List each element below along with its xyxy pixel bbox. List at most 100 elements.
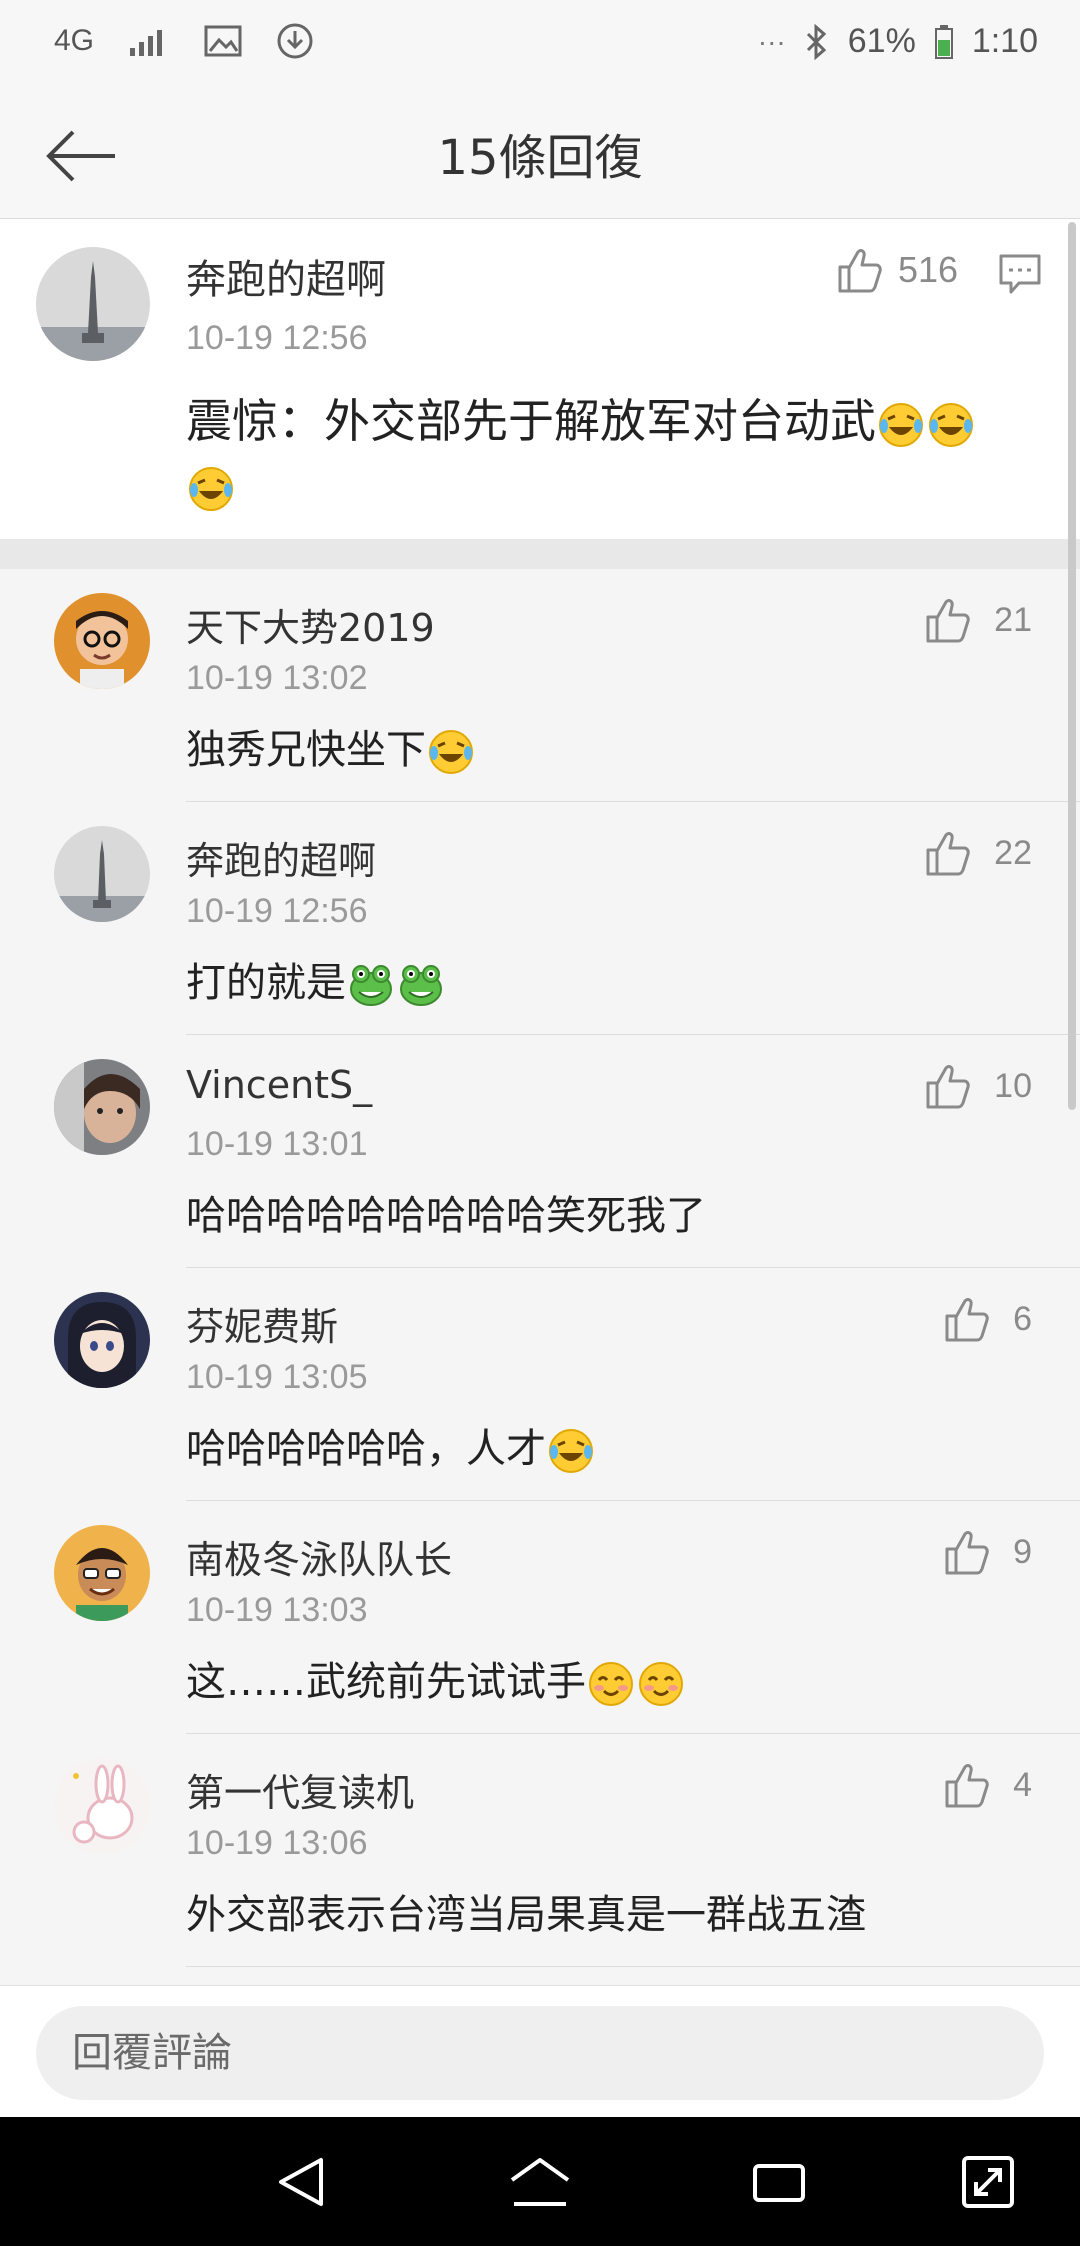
expand-icon (962, 2156, 1014, 2208)
like-count: 9 (1013, 1532, 1032, 1571)
page-title: 15條回復 (437, 130, 643, 186)
frog-emoji-icon (350, 965, 392, 1006)
avatar[interactable] (36, 247, 150, 361)
like-button[interactable]: 10 (924, 1063, 1032, 1109)
like-count: 4 (1013, 1765, 1032, 1804)
avatar[interactable] (54, 593, 150, 689)
battery-percent: 61% (847, 22, 916, 60)
post-text-content: 震惊：外交部先于解放军对台动武 (186, 394, 876, 448)
image-icon (204, 25, 242, 57)
author-name[interactable]: 奔跑的超啊 (186, 830, 376, 885)
like-count: 10 (994, 1066, 1032, 1105)
bluetooth-icon (804, 23, 830, 60)
like-button[interactable]: 516 (836, 247, 958, 293)
reply-time: 10-19 13:02 (186, 659, 368, 697)
laugh-cry-emoji-icon (429, 730, 473, 774)
reply-text: 打的就是 (186, 950, 446, 1008)
nav-expand-button[interactable] (953, 2147, 1023, 2217)
avatar[interactable] (54, 1525, 150, 1621)
reply-text-content: 哈哈哈哈哈哈哈哈哈笑死我了 (186, 1193, 706, 1239)
reply-text-content: 独秀兄快坐下 (186, 727, 426, 773)
reply-text-content: 外交部表示台湾当局果真是一群战五渣 (186, 1892, 866, 1938)
like-button[interactable]: 9 (943, 1529, 1032, 1575)
thumbs-up-icon (926, 1065, 970, 1109)
reply-time: 10-19 12:56 (186, 892, 368, 930)
nav-recents-button[interactable] (744, 2147, 814, 2217)
laugh-cry-emoji-icon (189, 466, 233, 511)
more-notifications-icon: ··· (757, 25, 786, 57)
thumbs-up-icon (945, 1764, 989, 1808)
thumbs-up-icon (926, 599, 970, 643)
reply-text-content: 打的就是 (186, 960, 346, 1006)
like-button[interactable]: 6 (943, 1296, 1032, 1342)
comment-icon (999, 254, 1041, 294)
thumbs-up-icon (926, 832, 970, 876)
scrollbar[interactable] (1068, 222, 1076, 1110)
reply-list: 天下大势2019 10-19 13:02 独秀兄快坐下 21 奔跑的超啊 10-… (0, 569, 1080, 1967)
author-name[interactable]: 第一代复读机 (186, 1762, 414, 1817)
reply-time: 10-19 13:03 (186, 1591, 368, 1629)
original-post: 奔跑的超啊 10-19 12:56 516 震惊：外交部先于解放军对台动武 (0, 219, 1080, 539)
row-divider (186, 1966, 1080, 1967)
reply-item[interactable]: 天下大势2019 10-19 13:02 独秀兄快坐下 21 (0, 569, 1080, 802)
like-count: 22 (994, 833, 1032, 872)
post-time: 10-19 12:56 (186, 319, 368, 357)
comment-list[interactable]: 奔跑的超啊 10-19 12:56 516 震惊：外交部先于解放军对台动武 天下… (0, 219, 1080, 1985)
reply-time: 10-19 13:06 (186, 1824, 368, 1862)
thumbs-up-icon (945, 1298, 989, 1342)
avatar[interactable] (54, 1292, 150, 1388)
nav-recents-icon (753, 2164, 805, 2202)
author-name[interactable]: 南极冬泳队队长 (186, 1529, 452, 1584)
thumbs-up-icon (838, 249, 882, 293)
avatar[interactable] (54, 826, 150, 922)
system-nav-bar (0, 2117, 1080, 2246)
reply-item[interactable]: 南极冬泳队队长 10-19 13:03 这……武统前先试试手 9 (0, 1501, 1080, 1734)
reply-item[interactable]: 奔跑的超啊 10-19 12:56 打的就是 22 (0, 802, 1080, 1035)
thumbs-up-icon (945, 1531, 989, 1575)
reply-bar (0, 1985, 1080, 2118)
like-button[interactable]: 22 (924, 830, 1032, 876)
blush-emoji-icon (639, 1662, 683, 1706)
author-name[interactable]: 天下大势2019 (186, 597, 435, 652)
avatar[interactable] (54, 1758, 150, 1854)
nav-home-button[interactable] (505, 2147, 575, 2217)
reply-text-content: 哈哈哈哈哈哈，人才 (186, 1426, 546, 1472)
laugh-cry-emoji-icon (929, 402, 973, 447)
like-count: 21 (994, 600, 1032, 639)
reply-text-content: 这……武统前先试试手 (186, 1659, 586, 1705)
laugh-cry-emoji-icon (549, 1429, 593, 1473)
reply-item[interactable]: 芬妮费斯 10-19 13:05 哈哈哈哈哈哈，人才 6 (0, 1268, 1080, 1501)
signal-icon (128, 24, 170, 58)
reply-item[interactable]: VincentS_ 10-19 13:01 哈哈哈哈哈哈哈哈哈笑死我了 10 (0, 1035, 1080, 1268)
reply-time: 10-19 13:05 (186, 1358, 368, 1396)
author-name[interactable]: 奔跑的超啊 (186, 247, 386, 305)
author-name[interactable]: VincentS_ (186, 1063, 372, 1107)
header: 15條回復 (0, 90, 1080, 219)
avatar[interactable] (54, 1059, 150, 1155)
blush-emoji-icon (589, 1662, 633, 1706)
status-bar: 4G ··· 61% 1:10 (0, 0, 1080, 90)
reply-button[interactable] (998, 253, 1042, 299)
author-name[interactable]: 芬妮费斯 (186, 1296, 338, 1351)
like-count: 516 (898, 249, 959, 290)
nav-back-icon (279, 2158, 323, 2206)
download-icon (276, 22, 314, 60)
reply-text: 这……武统前先试试手 (186, 1649, 686, 1707)
post-text: 震惊：外交部先于解放军对台动武 (186, 389, 1026, 517)
like-button[interactable]: 21 (924, 597, 1032, 643)
section-divider (0, 539, 1080, 569)
reply-text: 哈哈哈哈哈哈，人才 (186, 1416, 596, 1474)
nav-home-icon (510, 2158, 570, 2206)
reply-item[interactable]: 第一代复读机 10-19 13:06 外交部表示台湾当局果真是一群战五渣 4 (0, 1734, 1080, 1967)
like-count: 6 (1013, 1299, 1032, 1338)
reply-input[interactable] (36, 2006, 1044, 2100)
clock: 1:10 (971, 22, 1038, 60)
battery-icon (934, 24, 954, 60)
network-type-icon: 4G (54, 24, 95, 57)
reply-text: 哈哈哈哈哈哈哈哈哈笑死我了 (186, 1183, 706, 1241)
reply-text: 独秀兄快坐下 (186, 717, 476, 775)
like-button[interactable]: 4 (943, 1762, 1032, 1808)
laugh-cry-emoji-icon (879, 402, 923, 447)
reply-text: 外交部表示台湾当局果真是一群战五渣 (186, 1882, 866, 1940)
nav-back-button[interactable] (266, 2147, 336, 2217)
